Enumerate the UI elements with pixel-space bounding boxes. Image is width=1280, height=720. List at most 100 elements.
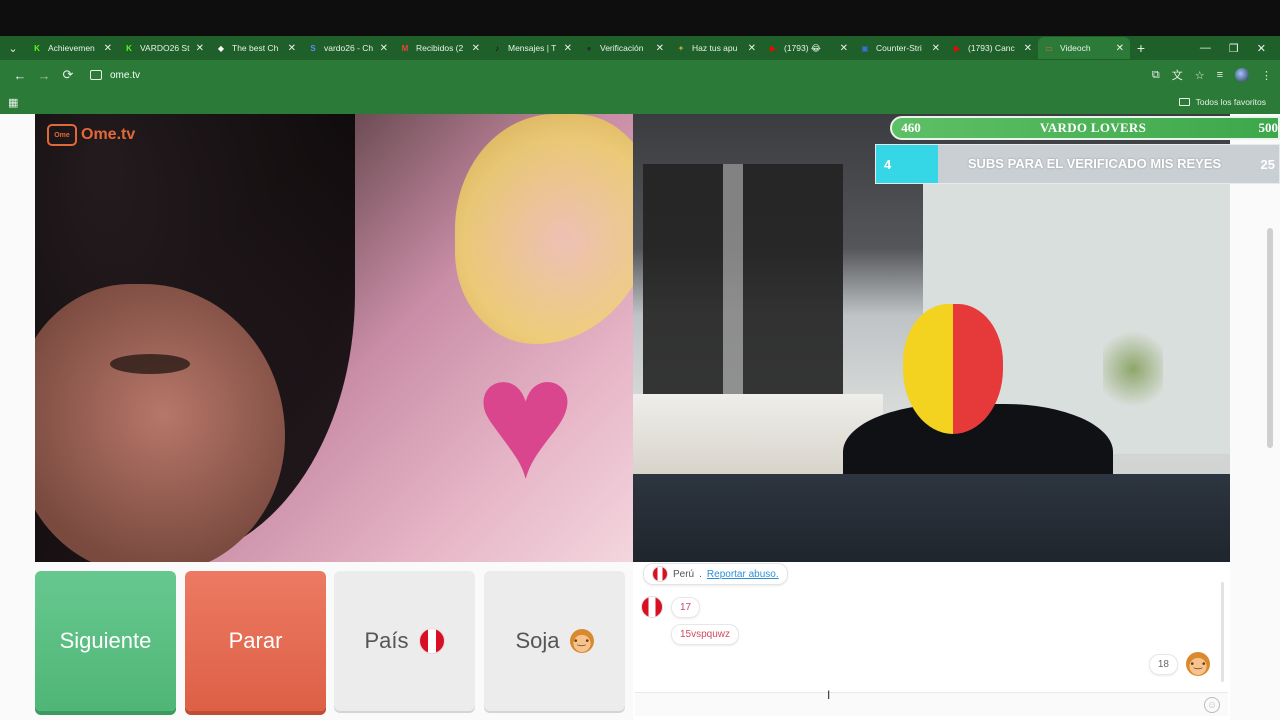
- tab-close-icon[interactable]: ✕: [1116, 43, 1124, 54]
- heart-icon: ♥: [475, 324, 576, 514]
- tab-close-icon[interactable]: ✕: [380, 43, 388, 54]
- peru-flag-icon: [641, 596, 663, 618]
- country-bubble: Perú . Reportar abuso.: [643, 563, 788, 585]
- tab-close-icon[interactable]: ✕: [840, 43, 848, 54]
- tab-favicon-icon: M: [401, 43, 409, 53]
- tab-title: Counter-Stri: [876, 43, 922, 53]
- video-eye: [110, 354, 190, 374]
- stranger-message-row: 15vspquwz: [671, 624, 740, 645]
- browser-tab[interactable]: ▶ (1793) 😂 ✕: [762, 37, 854, 59]
- peru-flag-icon: [652, 566, 668, 582]
- tab-title: (1793) Canc: [968, 43, 1015, 53]
- stop-label: Parar: [228, 628, 283, 653]
- stop-button[interactable]: Parar: [185, 571, 326, 711]
- url-text: ome.tv: [110, 69, 141, 81]
- tab-close-icon[interactable]: ✕: [748, 43, 756, 54]
- next-label: Siguiente: [59, 628, 152, 653]
- goal-start: 4: [884, 156, 892, 172]
- country-label: País: [364, 628, 409, 653]
- ometv-page: ♥ Ome Ome.tv Siguiente Parar País Soja •…: [0, 114, 1280, 720]
- reload-button[interactable]: ⟳: [56, 67, 80, 83]
- browser-tab[interactable]: ♪ Mensajes | T ✕: [486, 37, 578, 59]
- tab-title: Recibidos (2: [416, 43, 464, 53]
- boy-emoji-icon: •‿•: [1186, 652, 1210, 676]
- tab-favicon-icon: ▶: [769, 43, 777, 53]
- boy-emoji-icon: •‿•: [569, 629, 594, 653]
- tab-favicon-icon: ▣: [861, 43, 869, 53]
- browser-tab[interactable]: M Recibidos (2 ✕: [394, 37, 486, 59]
- apps-grid-icon[interactable]: ▦: [8, 96, 18, 109]
- tab-close-icon[interactable]: ✕: [288, 43, 296, 54]
- profile-avatar[interactable]: [1235, 68, 1249, 82]
- translate-icon[interactable]: 文: [1172, 67, 1183, 83]
- browser-tab[interactable]: ● Verificación ✕: [578, 37, 670, 59]
- tv-icon: Ome: [47, 124, 77, 146]
- tab-close-icon[interactable]: ✕: [472, 43, 480, 54]
- tab-title: VARDO26 St: [140, 43, 190, 53]
- close-window-button[interactable]: ✕: [1257, 42, 1266, 55]
- tab-title: Videoch: [1060, 43, 1091, 53]
- chat-input[interactable]: [635, 693, 1228, 716]
- all-bookmarks-folder[interactable]: Todos los favoritos: [1178, 97, 1272, 107]
- chat-message: 15vspquwz: [671, 624, 740, 645]
- tab-title: vardo26 - Ch: [324, 43, 374, 53]
- tab-search-button[interactable]: ⌄: [0, 36, 26, 60]
- browser-tab[interactable]: K VARDO26 St ✕: [118, 37, 210, 59]
- tab-close-icon[interactable]: ✕: [932, 43, 940, 54]
- menu-kebab-icon[interactable]: ⋮: [1261, 69, 1272, 82]
- bookmarks-bar: ▦ Todos los favoritos: [0, 90, 1280, 114]
- browser-tab[interactable]: ✦ Haz tus apu ✕: [670, 37, 762, 59]
- stranger-info: Perú . Reportar abuso.: [643, 563, 788, 585]
- goal-title: VARDO LOVERS: [1039, 120, 1147, 135]
- browser-tab[interactable]: ▣ Counter-Stri ✕: [854, 37, 946, 59]
- browser-tab[interactable]: ▭ Videoch ✕: [1038, 37, 1130, 59]
- new-tab-button[interactable]: +: [1130, 40, 1152, 56]
- next-button[interactable]: Siguiente: [35, 571, 176, 711]
- separator-dot: .: [699, 568, 702, 580]
- gender-button[interactable]: Soja •‿•: [484, 571, 625, 711]
- tab-close-icon[interactable]: ✕: [656, 43, 664, 54]
- tab-favicon-icon: ●: [586, 43, 592, 53]
- tab-close-icon[interactable]: ✕: [1024, 43, 1032, 54]
- pillow-print: [455, 114, 633, 344]
- emoji-picker-icon[interactable]: ☺: [1204, 697, 1220, 713]
- all-bookmarks-label: Todos los favoritos: [1195, 97, 1266, 107]
- minimize-button[interactable]: —: [1200, 42, 1211, 55]
- chat-scrollbar[interactable]: [1221, 582, 1224, 682]
- tab-favicon-icon: ◆: [217, 43, 225, 53]
- video-plant: [1103, 324, 1163, 414]
- tab-close-icon[interactable]: ✕: [564, 43, 572, 54]
- forward-button[interactable]: →: [32, 68, 56, 83]
- country-button[interactable]: País: [334, 571, 475, 711]
- bookmark-star-icon[interactable]: ☆: [1195, 69, 1205, 82]
- back-button[interactable]: ←: [8, 68, 32, 83]
- browser-tab[interactable]: ▶ (1793) Canc ✕: [946, 37, 1038, 59]
- goal-end: 25: [1260, 156, 1275, 172]
- chat-message: 17: [671, 596, 701, 618]
- ometv-logo: Ome Ome.tv: [47, 124, 135, 146]
- browser-toolbar: ← → ⟳ ome.tv ⧉ 文 ☆ ≡ ⋮: [0, 60, 1280, 90]
- tab-close-icon[interactable]: ✕: [196, 43, 204, 54]
- window-controls: — ❐ ✕: [1200, 42, 1280, 55]
- browser-tab[interactable]: Svardo26 - Ch ✕: [302, 37, 394, 59]
- folder-icon: [1178, 98, 1190, 106]
- cast-icon[interactable]: ⧉: [1152, 69, 1160, 82]
- restore-button[interactable]: ❐: [1229, 42, 1239, 55]
- tab-favicon-icon: K: [34, 43, 40, 53]
- tab-favicon-icon: ♪: [495, 43, 499, 53]
- page-scrollbar[interactable]: [1267, 228, 1273, 448]
- my-chat-message: 18: [1148, 653, 1178, 675]
- browser-tab[interactable]: ◆ The best Ch ✕: [210, 37, 302, 59]
- stranger-video: ♥ Ome Ome.tv: [35, 114, 633, 562]
- goal-bar-subs: 4 SUBS PARA EL VERIFICADO MIS REYES 25: [875, 144, 1280, 184]
- site-info-icon[interactable]: [90, 70, 102, 80]
- tab-close-icon[interactable]: ✕: [104, 43, 112, 54]
- browser-tab[interactable]: K Achievemen ✕: [26, 37, 118, 59]
- tab-favicon-icon: K: [126, 43, 132, 53]
- chat-input-container: ☺: [635, 692, 1228, 716]
- tab-title: (1793) 😂: [784, 42, 821, 53]
- address-bar[interactable]: ome.tv: [90, 70, 140, 81]
- media-controls-icon[interactable]: ≡: [1217, 69, 1223, 81]
- report-abuse-link[interactable]: Reportar abuso.: [707, 569, 779, 580]
- tab-title: Verificación: [600, 43, 644, 53]
